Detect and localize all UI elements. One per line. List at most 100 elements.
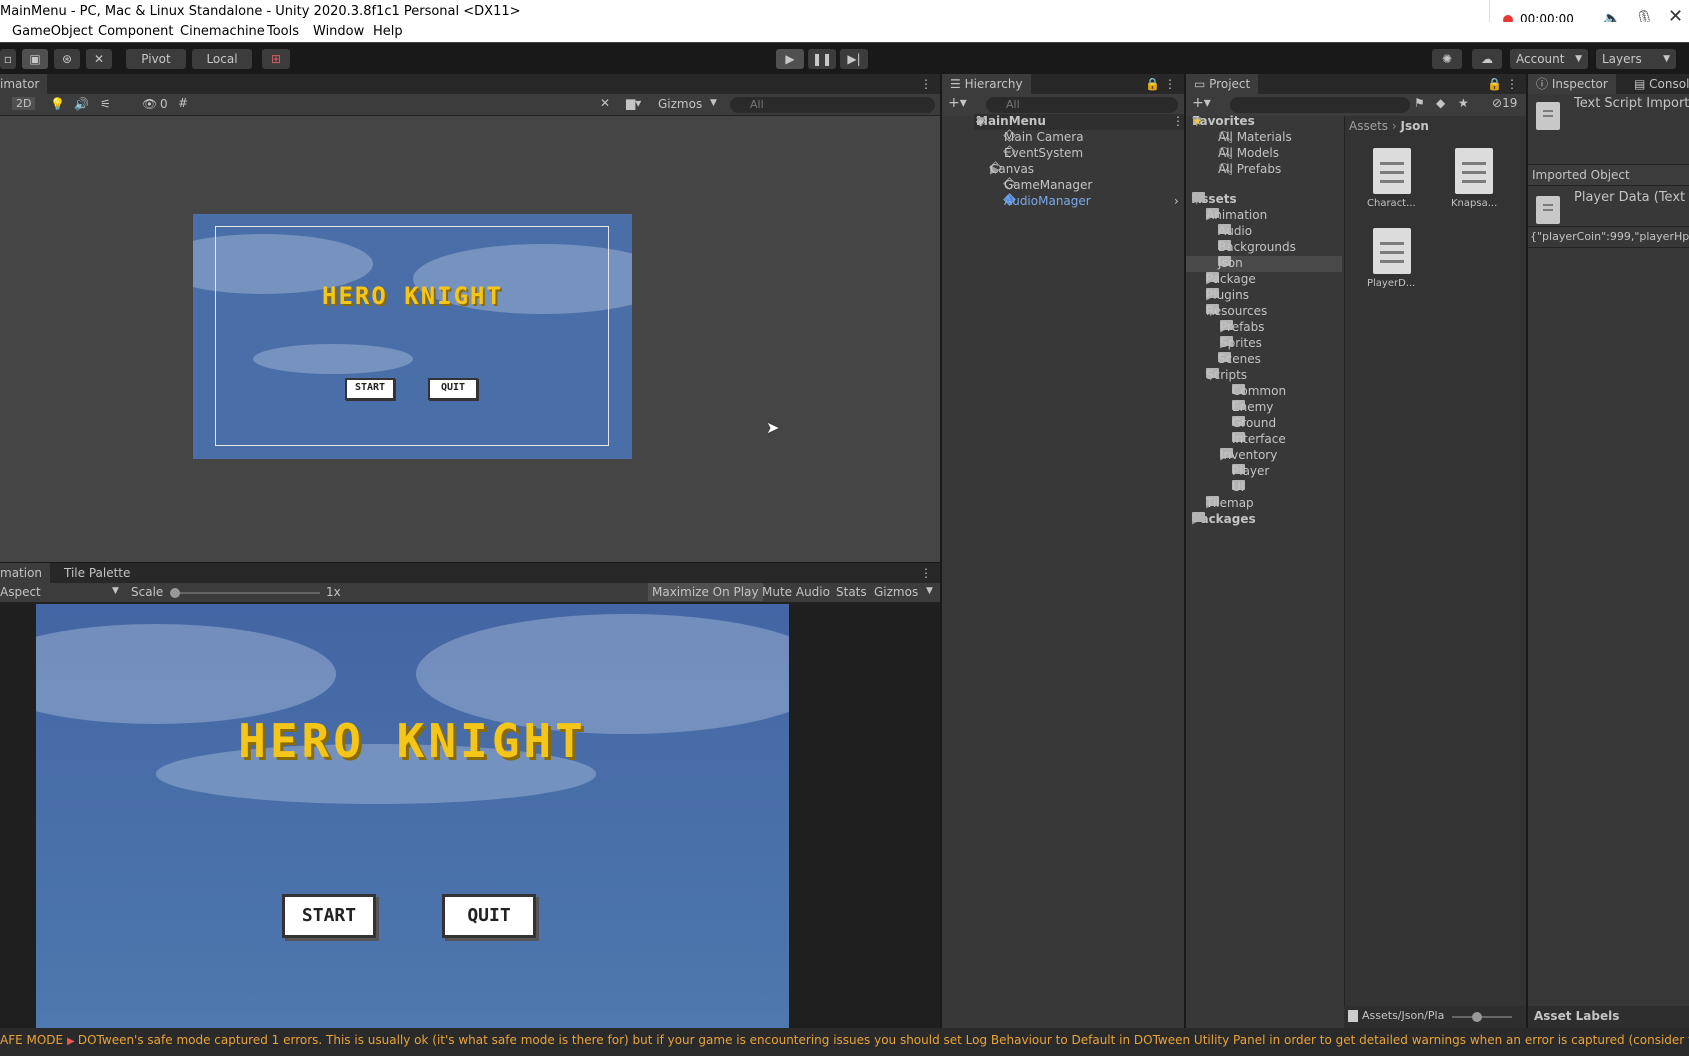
- breadcrumb: Assets › Json: [1349, 116, 1429, 136]
- step-button[interactable]: ▶|: [840, 49, 868, 69]
- pivot-label: Pivot: [141, 52, 171, 66]
- snap-icon[interactable]: ⊞: [262, 49, 290, 69]
- audio-icon[interactable]: 🔊: [74, 97, 89, 111]
- console-icon: ▤: [1634, 77, 1650, 91]
- status-bar[interactable]: AFE MODE ▶ DOTween's safe mode captured …: [0, 1028, 1689, 1056]
- canvas-rect-outline: [215, 226, 609, 446]
- star-icon: ★: [1192, 114, 1203, 128]
- start-button[interactable]: START: [282, 894, 376, 938]
- account-dropdown[interactable]: Account ▼: [1510, 49, 1588, 69]
- lock-icon[interactable]: 🔒: [1145, 74, 1160, 94]
- more-icon[interactable]: ⋮: [1172, 114, 1184, 128]
- scene-gizmos-button[interactable]: Gizmos: [658, 97, 702, 111]
- hidden-objects-icon[interactable]: 👁: [142, 97, 157, 111]
- mute-audio-toggle[interactable]: Mute Audio: [762, 585, 830, 599]
- item-label: GameManager: [1004, 178, 1093, 192]
- rotate-tool-icon[interactable]: ⊛: [54, 49, 80, 69]
- list-icon: ☰: [950, 77, 965, 91]
- menu-window[interactable]: Window: [313, 24, 364, 39]
- collab-icon[interactable]: ✺: [1432, 49, 1462, 69]
- packages-root[interactable]: ▶ Packages: [1192, 512, 1256, 526]
- pause-button[interactable]: ❚❚: [808, 49, 836, 69]
- hierarchy-search-input[interactable]: All: [986, 97, 1178, 113]
- more-icon[interactable]: ⋮: [1506, 74, 1518, 94]
- filter-label-icon[interactable]: ◆: [1436, 96, 1445, 110]
- filter-type-icon[interactable]: ⚑: [1414, 96, 1425, 110]
- effects-icon[interactable]: ⚟: [100, 97, 111, 111]
- status-message: DOTween's safe mode captured 1 errors. T…: [77, 1033, 1689, 1047]
- scene-panel: imator ⋮ 2D 💡 🔊 ⚟ 👁 0 # ✕ ▆▾ Gizmos ▼ Al…: [0, 74, 940, 562]
- hierarchy-search-placeholder: All: [1006, 98, 1020, 111]
- breadcrumb-assets[interactable]: Assets: [1349, 119, 1388, 133]
- tab-animator-label: imator: [0, 77, 40, 91]
- tab-console[interactable]: ▤ Console: [1626, 74, 1689, 94]
- menu-component[interactable]: Component: [98, 24, 173, 39]
- scale-slider[interactable]: [170, 588, 320, 598]
- pivot-toggle[interactable]: Pivot: [126, 49, 186, 69]
- transform-tool-icon[interactable]: ▣: [22, 49, 48, 69]
- scene-2d-toggle[interactable]: 2D: [12, 97, 36, 110]
- cloud-icon[interactable]: ☁: [1472, 49, 1502, 69]
- menu-bar: GameObject Component Cinemachine Tools W…: [0, 22, 1689, 42]
- item-label: AudioManager: [1004, 194, 1091, 208]
- hierarchy-panel: ☰ Hierarchy 🔒 ⋮ +▾ All ▼ ◈ MainMenu ⋮ Ma…: [942, 74, 1184, 1028]
- game-gizmos-button[interactable]: Gizmos: [874, 585, 918, 599]
- lighting-icon[interactable]: 💡: [50, 97, 65, 111]
- tools-icon[interactable]: ✕: [600, 96, 610, 110]
- play-button[interactable]: ▶: [776, 49, 804, 69]
- chevron-down-icon[interactable]: ▼: [710, 98, 717, 108]
- menu-gameobject[interactable]: GameObject: [12, 24, 93, 39]
- local-toggle[interactable]: Local: [192, 49, 252, 69]
- unity-scene-icon: ◈: [976, 114, 986, 128]
- scene-canvas-preview[interactable]: HERO KNIGHT START QUIT: [193, 214, 632, 459]
- rect-tool-icon[interactable]: ▫: [0, 49, 16, 69]
- menu-tools[interactable]: Tools: [267, 24, 299, 39]
- star-icon[interactable]: ★: [1458, 96, 1469, 110]
- more-icon[interactable]: ⋮: [1164, 74, 1176, 94]
- text-file-icon[interactable]: [1455, 148, 1493, 194]
- lock-icon[interactable]: 🔒: [1487, 74, 1502, 94]
- scene-toolbar: 2D 💡 🔊 ⚟ 👁 0 # ✕ ▆▾ Gizmos ▼ All: [0, 94, 940, 116]
- hidden-packages-icon[interactable]: ⊘19: [1492, 96, 1517, 110]
- layers-dropdown[interactable]: Layers ▼: [1596, 49, 1676, 69]
- scene-quit-button[interactable]: QUIT: [428, 378, 478, 400]
- game-viewport[interactable]: HERO KNIGHT START QUIT: [36, 604, 789, 1028]
- breadcrumb-json[interactable]: Json: [1401, 119, 1429, 133]
- tab-hierarchy-label: Hierarchy: [964, 77, 1023, 91]
- scene-search-input[interactable]: All: [730, 97, 935, 113]
- scene-start-button[interactable]: START: [345, 378, 395, 400]
- menu-help[interactable]: Help: [373, 24, 403, 39]
- chevron-down-icon[interactable]: ▼: [926, 586, 933, 596]
- cursor-icon: ➤: [766, 418, 780, 437]
- text-content: {"playerCoin":999,"playerHp: [1530, 230, 1689, 243]
- text-content-box: {"playerCoin":999,"playerHp: [1528, 226, 1689, 248]
- icon-size-slider[interactable]: [1452, 1012, 1512, 1022]
- add-icon[interactable]: +▾: [948, 95, 967, 111]
- more-icon[interactable]: ⋮: [920, 74, 932, 94]
- quit-button[interactable]: QUIT: [442, 894, 536, 938]
- favorites-header[interactable]: ▼ ★ Favorites: [1192, 114, 1255, 128]
- maximize-on-play-toggle[interactable]: Maximize On Play: [648, 583, 763, 601]
- more-icon[interactable]: ⋮: [920, 563, 932, 583]
- tab-animation[interactable]: mation: [0, 563, 51, 583]
- selected-folder-highlight: [1186, 256, 1342, 272]
- menu-cinemachine[interactable]: Cinemachine: [180, 24, 265, 39]
- assets-root[interactable]: ▼ Assets: [1192, 192, 1237, 206]
- stats-toggle[interactable]: Stats: [836, 585, 867, 599]
- text-file-icon[interactable]: [1373, 228, 1411, 274]
- slider-handle[interactable]: [170, 588, 180, 598]
- camera-icon[interactable]: ▆▾: [626, 96, 641, 110]
- aspect-dropdown[interactable]: Aspect: [0, 585, 41, 599]
- slider-handle[interactable]: [1472, 1012, 1482, 1022]
- tab-inspector[interactable]: ⓘ Inspector: [1528, 74, 1616, 94]
- grid-icon[interactable]: #: [178, 96, 188, 110]
- text-file-icon[interactable]: [1373, 148, 1411, 194]
- tab-animator[interactable]: imator: [0, 74, 48, 94]
- importer-title: Text Script Importer: [1574, 96, 1689, 111]
- tab-hierarchy[interactable]: ☰ Hierarchy: [942, 74, 1031, 94]
- asset-labels[interactable]: Asset Labels: [1534, 1009, 1619, 1023]
- tab-tile-palette[interactable]: Tile Palette: [56, 563, 138, 583]
- list-item[interactable]: ▼ ◈ MainMenu: [976, 114, 1046, 128]
- chevron-right-icon[interactable]: ›: [1174, 194, 1179, 208]
- custom-tool-icon[interactable]: ✕: [86, 49, 112, 69]
